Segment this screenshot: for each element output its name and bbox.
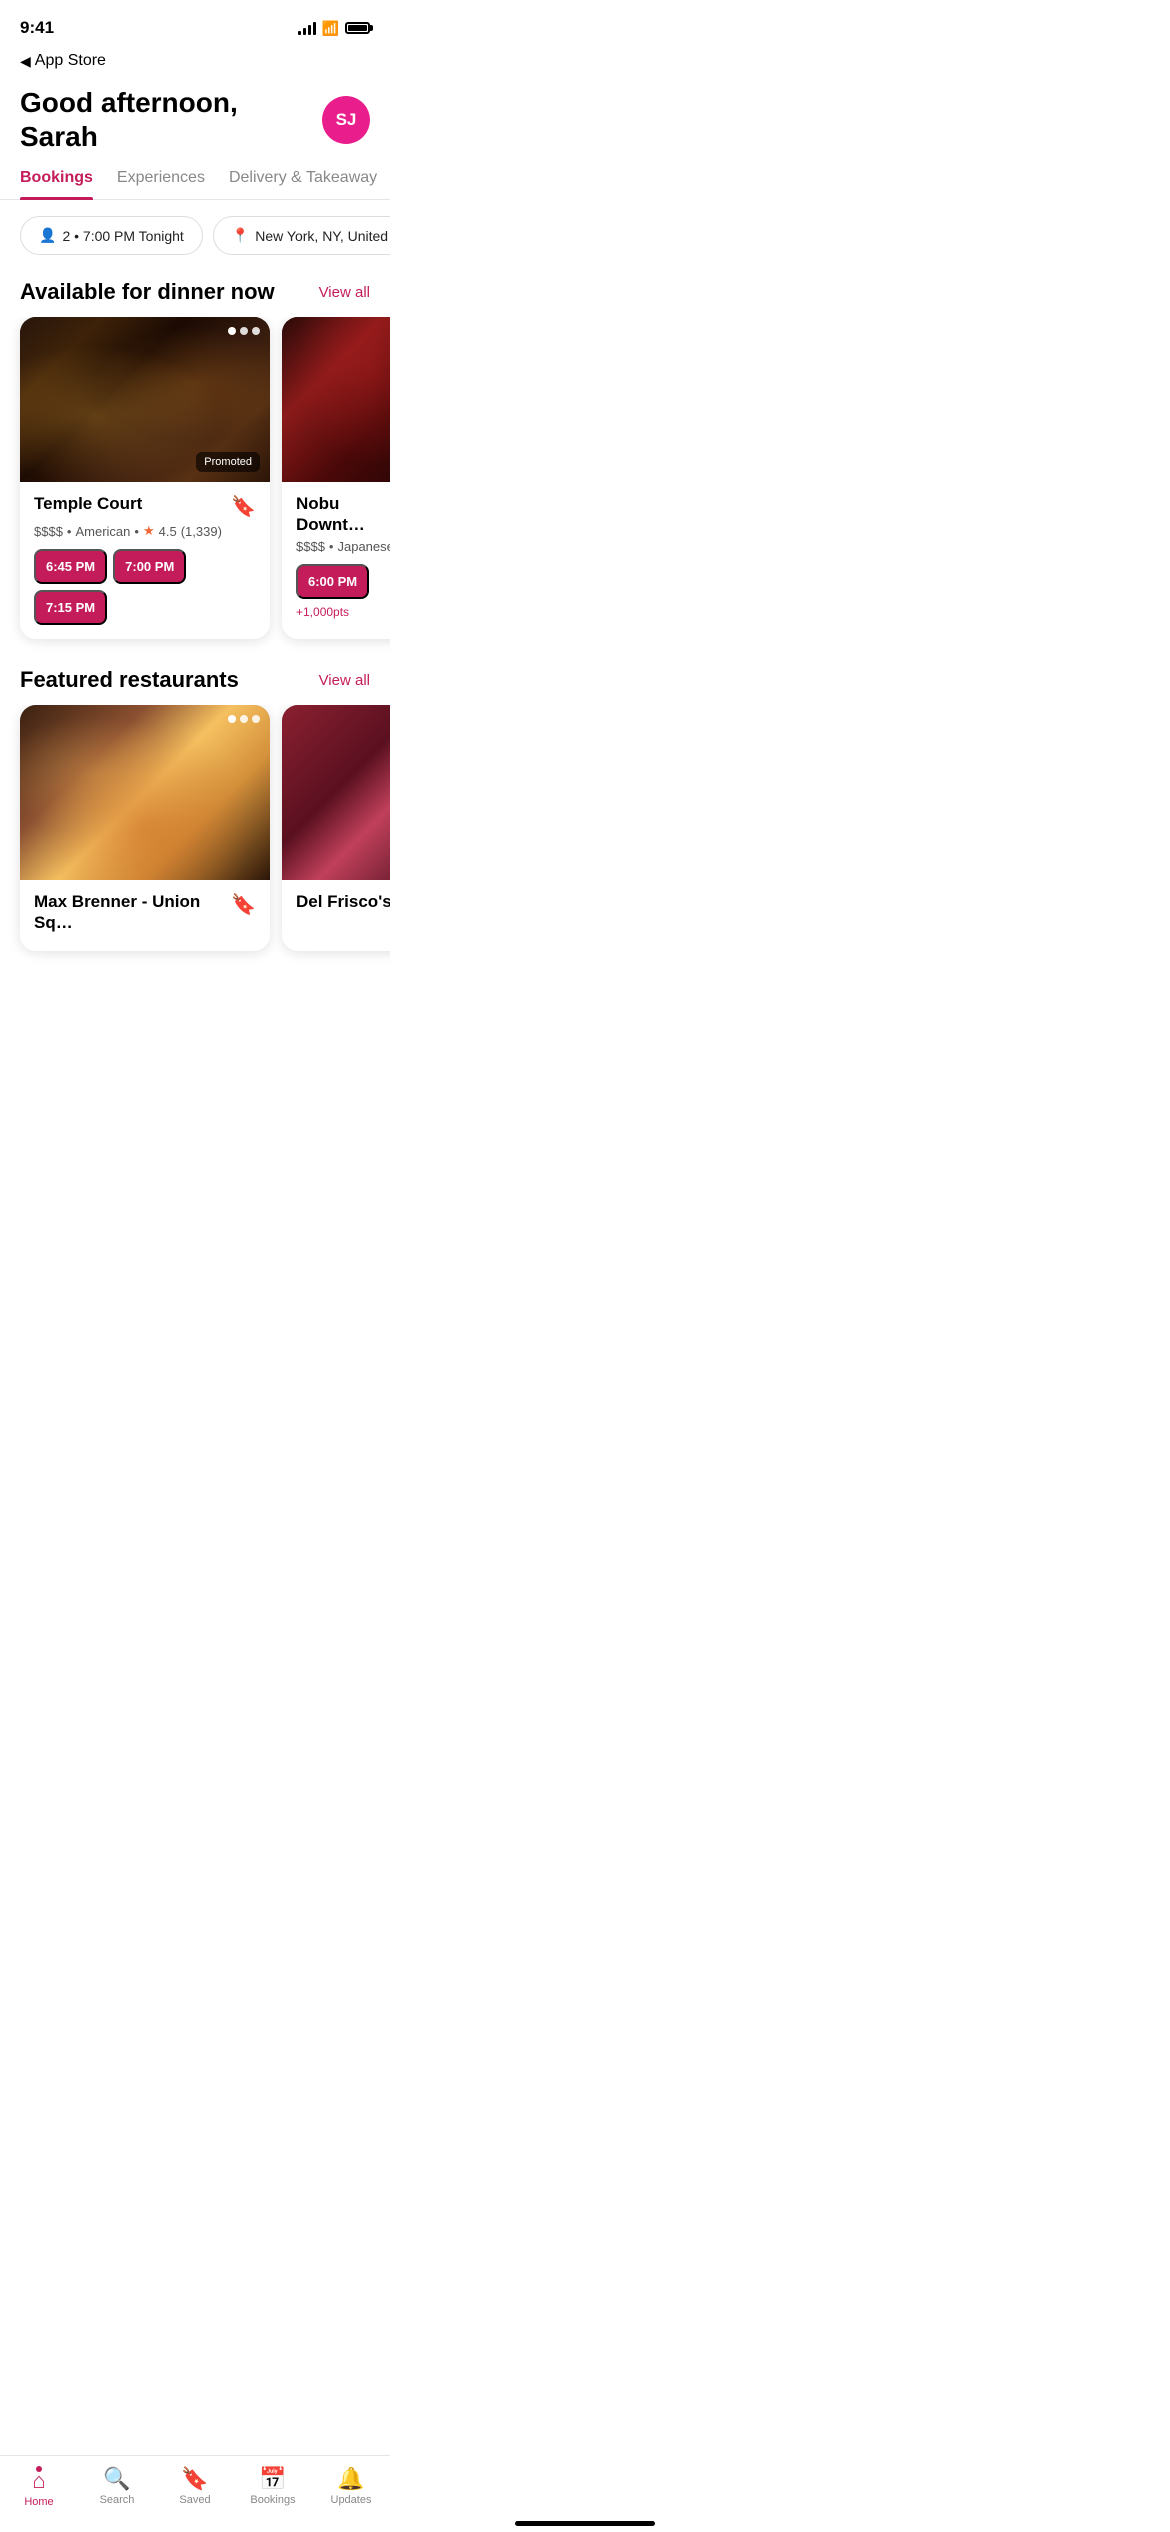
featured-view-all[interactable]: View all: [319, 672, 370, 689]
guests-filter-label: 2 • 7:00 PM Tonight: [62, 228, 183, 244]
restaurant-card-nobu[interactable]: Nobu Downt… 🔖 $$$$ • Japanese 6:00 PM +1…: [282, 317, 390, 639]
tab-delivery[interactable]: Delivery & Takeaway: [229, 169, 377, 199]
timeslot-715pm[interactable]: 7:15 PM: [34, 590, 107, 625]
tab-bookings[interactable]: Bookings: [20, 169, 93, 199]
home-icon: ⌂: [32, 2470, 45, 2492]
dot-1: [228, 327, 236, 335]
restaurant-card-temple-court[interactable]: Promoted Temple Court 🔖 $$$$ • American …: [20, 317, 270, 639]
search-icon: 🔍: [103, 2468, 130, 2490]
temple-court-image: Promoted: [20, 317, 270, 482]
temple-court-price: $$$$: [34, 524, 63, 539]
tab-bar-saved[interactable]: 🔖 Saved: [156, 2468, 234, 2506]
nobu-price: $$$$: [296, 539, 325, 554]
featured-section-header: Featured restaurants View all: [0, 659, 390, 705]
tab-experiences[interactable]: Experiences: [117, 169, 205, 199]
mb-dot-3: [252, 715, 260, 723]
nobu-cuisine: Japanese: [337, 539, 390, 554]
status-icons: 📶: [298, 20, 370, 37]
tab-bar-updates-label: Updates: [331, 2494, 372, 2506]
temple-court-cuisine: American: [75, 524, 130, 539]
mb-dot-2: [240, 715, 248, 723]
location-filter[interactable]: 📍 New York, NY, United States: [213, 216, 390, 255]
max-brenner-title-row: Max Brenner - Union Sq… 🔖: [34, 892, 256, 933]
back-nav-label: App Store: [35, 52, 106, 70]
del-frisco-image: [282, 705, 390, 880]
tab-bar-bookings-label: Bookings: [250, 2494, 295, 2506]
tab-bar-search[interactable]: 🔍 Search: [78, 2468, 156, 2506]
nobu-body: Nobu Downt… 🔖 $$$$ • Japanese 6:00 PM +1…: [282, 482, 390, 633]
status-time: 9:41: [20, 18, 54, 38]
max-brenner-image: [20, 705, 270, 880]
featured-cards-row: Max Brenner - Union Sq… 🔖 Del Frisco's G…: [0, 705, 390, 971]
temple-court-bookmark[interactable]: 🔖: [231, 494, 256, 519]
page-header: Good afternoon, Sarah SJ: [0, 70, 390, 161]
back-arrow-icon: ◀: [20, 53, 31, 70]
dinner-cards-row: Promoted Temple Court 🔖 $$$$ • American …: [0, 317, 390, 659]
avatar[interactable]: SJ: [322, 96, 370, 144]
tab-bar-home-label: Home: [24, 2496, 53, 2508]
nobu-image: [282, 317, 390, 482]
featured-card-del-frisco[interactable]: Del Frisco's G…: [282, 705, 390, 951]
featured-card-max-brenner[interactable]: Max Brenner - Union Sq… 🔖: [20, 705, 270, 951]
tab-bar-home[interactable]: ⌂ Home: [0, 2466, 78, 2508]
nobu-timeslots: 6:00 PM: [296, 564, 390, 599]
featured-section-title: Featured restaurants: [20, 667, 239, 693]
filter-row: 👤 2 • 7:00 PM Tonight 📍 New York, NY, Un…: [0, 200, 390, 271]
wifi-icon: 📶: [322, 20, 339, 37]
temple-court-meta: $$$$ • American • ★ 4.5 (1,339): [34, 523, 256, 539]
main-tabs: Bookings Experiences Delivery & Takeaway: [0, 161, 390, 200]
timeslot-645pm[interactable]: 6:45 PM: [34, 549, 107, 584]
dinner-view-all[interactable]: View all: [319, 284, 370, 301]
tab-bar-search-label: Search: [100, 2494, 135, 2506]
status-bar: 9:41 📶: [0, 0, 390, 48]
nobu-timeslot-600pm[interactable]: 6:00 PM: [296, 564, 369, 599]
promoted-badge: Promoted: [196, 452, 260, 472]
image-dots: [228, 327, 260, 335]
tab-bar-bookings[interactable]: 📅 Bookings: [234, 2468, 312, 2506]
mb-dot-1: [228, 715, 236, 723]
max-brenner-body: Max Brenner - Union Sq… 🔖: [20, 880, 270, 951]
temple-court-rating: 4.5: [159, 524, 177, 539]
saved-icon: 🔖: [181, 2468, 208, 2490]
nobu-points: +1,000pts: [296, 605, 390, 619]
star-icon: ★: [143, 523, 155, 539]
dinner-section-header: Available for dinner now View all: [0, 271, 390, 317]
dot-3: [252, 327, 260, 335]
tab-bar-saved-label: Saved: [179, 2494, 210, 2506]
signal-icon: [298, 21, 316, 35]
updates-icon: 🔔: [337, 2468, 364, 2490]
guests-filter[interactable]: 👤 2 • 7:00 PM Tonight: [20, 216, 203, 255]
nobu-meta: $$$$ • Japanese: [296, 539, 390, 554]
timeslot-700pm[interactable]: 7:00 PM: [113, 549, 186, 584]
max-brenner-dots: [228, 715, 260, 723]
tab-bar: ⌂ Home 🔍 Search 🔖 Saved 📅 Bookings 🔔 Upd…: [0, 2455, 390, 2532]
home-indicator: [515, 2521, 655, 2526]
home-icon-container: ⌂: [32, 2466, 45, 2492]
del-frisco-name: Del Frisco's G…: [296, 892, 390, 912]
greeting-text: Good afternoon, Sarah: [20, 86, 322, 153]
location-icon: 📍: [232, 227, 249, 244]
temple-court-title-row: Temple Court 🔖: [34, 494, 256, 519]
temple-court-timeslots: 6:45 PM 7:00 PM 7:15 PM: [34, 549, 256, 625]
nobu-name: Nobu Downt…: [296, 494, 390, 535]
temple-court-name: Temple Court: [34, 494, 142, 514]
tab-bar-updates[interactable]: 🔔 Updates: [312, 2468, 390, 2506]
dinner-section-title: Available for dinner now: [20, 279, 275, 305]
temple-court-body: Temple Court 🔖 $$$$ • American • ★ 4.5 (…: [20, 482, 270, 639]
max-brenner-name: Max Brenner - Union Sq…: [34, 892, 223, 933]
dot-2: [240, 327, 248, 335]
max-brenner-bookmark[interactable]: 🔖: [231, 892, 256, 917]
bookings-icon: 📅: [259, 2468, 286, 2490]
temple-court-reviews: (1,339): [181, 524, 222, 539]
del-frisco-title-row: Del Frisco's G…: [296, 892, 390, 912]
back-nav[interactable]: ◀ App Store: [0, 48, 390, 70]
location-filter-label: New York, NY, United States: [255, 228, 390, 244]
nobu-title-row: Nobu Downt… 🔖: [296, 494, 390, 535]
battery-icon: [345, 22, 370, 34]
del-frisco-body: Del Frisco's G…: [282, 880, 390, 930]
guests-icon: 👤: [39, 227, 56, 244]
